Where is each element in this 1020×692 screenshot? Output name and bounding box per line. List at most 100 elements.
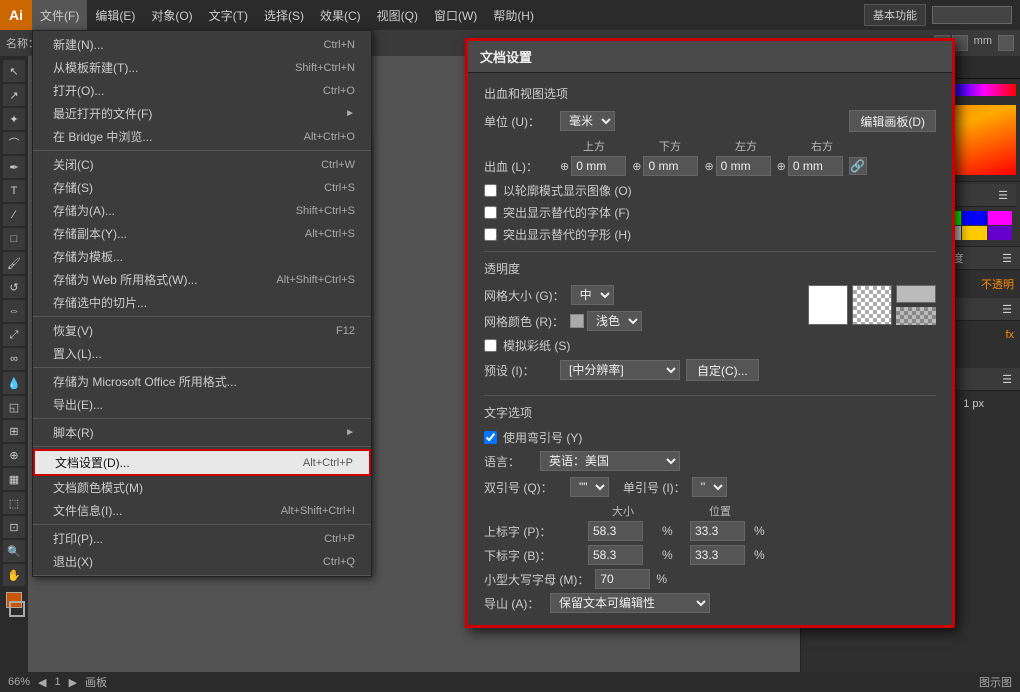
menu-doc-settings[interactable]: 文档设置(D)... Alt+Ctrl+P <box>33 449 371 476</box>
tool-shape-builder[interactable]: ⊕ <box>3 444 25 466</box>
bleed-left-input[interactable] <box>716 156 771 176</box>
menu-save-template[interactable]: 存储为模板... <box>33 245 371 268</box>
menu-scripts[interactable]: 脚本(R) ► <box>33 421 371 444</box>
tool-rotate[interactable]: ↺ <box>3 276 25 298</box>
menu-file-info[interactable]: 文件信息(I)... Alt+Shift+Ctrl+I <box>33 499 371 522</box>
tool-zoom[interactable]: 🔍 <box>3 540 25 562</box>
highlight-font-checkbox[interactable] <box>484 206 497 219</box>
tool-direct-select[interactable]: ↗ <box>3 84 25 106</box>
simulate-paper-checkbox[interactable] <box>484 339 497 352</box>
tool-type[interactable]: T <box>3 180 25 202</box>
tool-blend[interactable]: ∞ <box>3 348 25 370</box>
menu-quit[interactable]: 退出(X) Ctrl+Q <box>33 550 371 573</box>
superscript-pos-unit: % <box>754 524 778 538</box>
nav-prev[interactable]: ◀ <box>38 676 46 689</box>
tool-mesh[interactable]: ⊞ <box>3 420 25 442</box>
workspace-button[interactable]: 基本功能 <box>864 4 926 26</box>
transparency-left: 网格大小 (G)： 中 小 大 网格颜色 (R)： 浅色 深色 <box>484 285 798 387</box>
superscript-row: 上标字 (P)： % % <box>484 521 936 541</box>
tool-eyedropper[interactable]: 💧 <box>3 372 25 394</box>
menu-save-slice[interactable]: 存储选中的切片... <box>33 291 371 314</box>
tool-graph[interactable]: ▦ <box>3 468 25 490</box>
bleed-bottom-input[interactable] <box>643 156 698 176</box>
grid-color-swatch[interactable] <box>570 314 584 328</box>
subscript-pos-input[interactable] <box>690 545 745 565</box>
lock-bleed-btn[interactable]: 🔗 <box>849 157 867 175</box>
bleed-right-input[interactable] <box>788 156 843 176</box>
swatch-blue[interactable] <box>962 211 987 225</box>
menu-save[interactable]: 存储(S) Ctrl+S <box>33 176 371 199</box>
use-quotes-checkbox[interactable] <box>484 431 497 444</box>
swatch-magenta[interactable] <box>988 211 1013 225</box>
menu-edit[interactable]: 编辑(E) <box>87 0 143 30</box>
highlight-glyph-checkbox[interactable] <box>484 228 497 241</box>
tool-mirror[interactable]: ⇔ <box>3 300 25 322</box>
tool-magic-wand[interactable]: ✦ <box>3 108 25 130</box>
edit-canvas-button[interactable]: 编辑画板(D) <box>849 110 936 132</box>
tool-lasso[interactable]: ⌒ <box>3 132 25 154</box>
menu-open[interactable]: 打开(O)... Ctrl+O <box>33 79 371 102</box>
stroke-square[interactable] <box>9 601 25 617</box>
tool-artboard[interactable]: ⬚ <box>3 492 25 514</box>
tool-scale[interactable]: ⤢ <box>3 324 25 346</box>
preset-select[interactable]: [中分辨率] [高分辨率] [低分辨率] <box>560 360 680 380</box>
tool-select[interactable]: ↖ <box>3 60 25 82</box>
outline-img-checkbox[interactable] <box>484 184 497 197</box>
nav-next[interactable]: ▶ <box>69 676 77 689</box>
swatch-gold[interactable] <box>962 226 987 240</box>
toolbar-icon3[interactable] <box>998 35 1014 51</box>
menu-help[interactable]: 帮助(H) <box>485 0 542 30</box>
menu-section-5: 脚本(R) ► <box>33 419 371 447</box>
menu-view[interactable]: 视图(Q) <box>369 0 426 30</box>
menu-print[interactable]: 打印(P)... Ctrl+P <box>33 527 371 550</box>
simulate-paper-row: 模拟彩纸 (S) <box>484 337 798 354</box>
subscript-size-input[interactable] <box>588 545 643 565</box>
menu-save-copy[interactable]: 存储副本(Y)... Alt+Ctrl+S <box>33 222 371 245</box>
tool-gradient[interactable]: ◱ <box>3 396 25 418</box>
menu-file[interactable]: 文件(F) <box>32 0 87 30</box>
tool-slice[interactable]: ⊡ <box>3 516 25 538</box>
tool-brush[interactable]: 🖌 <box>3 252 25 274</box>
menu-doc-color-mode[interactable]: 文档颜色模式(M) <box>33 476 371 499</box>
menu-save-as[interactable]: 存储为(A)... Shift+Ctrl+S <box>33 199 371 222</box>
swatch-purple[interactable] <box>988 226 1013 240</box>
superscript-size-input[interactable] <box>588 521 643 541</box>
highlight-font-label: 突出显示替代的字体 (F) <box>503 204 630 221</box>
menu-text[interactable]: 文字(T) <box>201 0 256 30</box>
bleed-top-header: 上方 <box>559 138 629 154</box>
menu-revert[interactable]: 恢复(V) F12 <box>33 319 371 342</box>
menu-new-template[interactable]: 从模板新建(T)... Shift+Ctrl+N <box>33 56 371 79</box>
small-caps-input[interactable] <box>595 569 650 589</box>
menu-export[interactable]: 导出(E)... <box>33 393 371 416</box>
tool-line[interactable]: ∕ <box>3 204 25 226</box>
grid-color-select[interactable]: 浅色 深色 <box>587 311 642 331</box>
menu-recent[interactable]: 最近打开的文件(F) ► <box>33 102 371 125</box>
unit-select[interactable]: 毫米 像素 厘米 英寸 点 <box>560 111 615 131</box>
menu-bridge[interactable]: 在 Bridge 中浏览... Alt+Ctrl+O <box>33 125 371 148</box>
single-quote-select[interactable]: '' <box>692 477 727 497</box>
small-caps-label: 小型大写字母 (M)： <box>484 571 589 588</box>
menu-new[interactable]: 新建(N)... Ctrl+N <box>33 33 371 56</box>
menu-object[interactable]: 对象(O) <box>143 0 200 30</box>
menu-effect[interactable]: 效果(C) <box>312 0 369 30</box>
bleed-top-input[interactable] <box>571 156 626 176</box>
tool-rect[interactable]: □ <box>3 228 25 250</box>
menu-place[interactable]: 置入(L)... <box>33 342 371 365</box>
tool-hand[interactable]: ✋ <box>3 564 25 586</box>
bleed-label: 出血 (L)： <box>484 158 554 175</box>
superscript-pos-input[interactable] <box>690 521 745 541</box>
simulate-paper-label: 模拟彩纸 (S) <box>503 337 570 354</box>
double-quote-select[interactable]: "" <box>570 477 609 497</box>
language-select[interactable]: 英语：美国 中文 <box>540 451 680 471</box>
menu-save-office[interactable]: 存储为 Microsoft Office 所用格式... <box>33 370 371 393</box>
tool-pen[interactable]: ✒ <box>3 156 25 178</box>
fx-label[interactable]: fx <box>1005 329 1014 341</box>
menu-window[interactable]: 窗口(W) <box>426 0 485 30</box>
grid-size-select[interactable]: 中 小 大 <box>571 285 614 305</box>
menu-save-web[interactable]: 存储为 Web 所用格式(W)... Alt+Shift+Ctrl+S <box>33 268 371 291</box>
custom-btn[interactable]: 自定(C)... <box>686 359 759 381</box>
search-input[interactable] <box>932 6 1012 24</box>
menu-close[interactable]: 关闭(C) Ctrl+W <box>33 153 371 176</box>
export-select[interactable]: 保留文本可编辑性 <box>550 593 710 613</box>
menu-select[interactable]: 选择(S) <box>256 0 312 30</box>
